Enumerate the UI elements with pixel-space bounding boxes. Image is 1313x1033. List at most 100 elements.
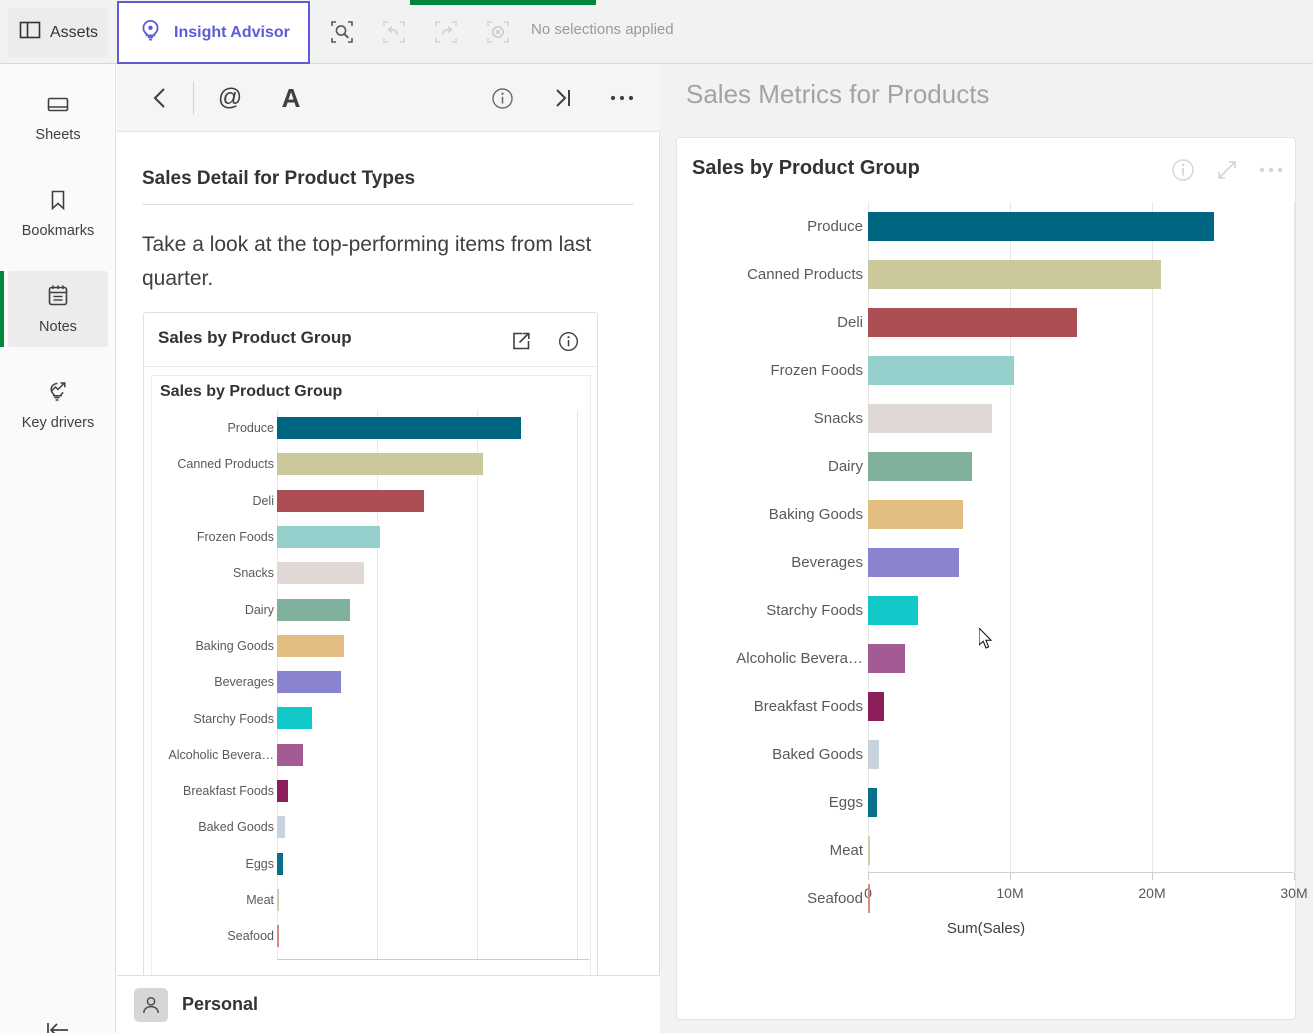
text-format-icon[interactable]: A bbox=[272, 79, 310, 117]
more-options-icon[interactable] bbox=[603, 79, 641, 117]
main-chart-card[interactable]: Sales by Product Group 10M 20M 30M Produ… bbox=[676, 137, 1308, 1020]
chart-bar[interactable] bbox=[277, 525, 380, 548]
chart-bar[interactable] bbox=[277, 671, 341, 694]
y-axis-category-label[interactable]: Frozen Foods bbox=[677, 346, 863, 394]
fullscreen-expand-icon[interactable] bbox=[1212, 155, 1242, 185]
chart-bar[interactable] bbox=[277, 707, 312, 730]
main-chart-plot[interactable]: 010M20M30MProduceCanned ProductsDeliFroz… bbox=[677, 202, 1308, 1020]
chart-bar[interactable] bbox=[868, 212, 1215, 241]
chart-bar[interactable] bbox=[277, 453, 483, 476]
chart-bar[interactable] bbox=[868, 308, 1077, 337]
smart-search-button[interactable] bbox=[325, 15, 359, 49]
chart-bar[interactable] bbox=[868, 740, 880, 769]
clear-selections-button[interactable] bbox=[481, 15, 515, 49]
info-circle-icon[interactable] bbox=[553, 326, 583, 356]
chart-bar-row[interactable]: Frozen Foods bbox=[677, 346, 1295, 394]
chart-bar[interactable] bbox=[277, 888, 279, 911]
chart-bar-row[interactable]: Dairy bbox=[152, 592, 590, 628]
chart-bar-row[interactable]: Starchy Foods bbox=[152, 700, 590, 736]
y-axis-category-label[interactable]: Produce bbox=[677, 202, 863, 250]
chart-bar-row[interactable]: Seafood bbox=[152, 918, 590, 954]
info-circle-icon[interactable] bbox=[483, 79, 521, 117]
chart-bar[interactable] bbox=[277, 743, 303, 766]
collapse-left-icon[interactable] bbox=[8, 1004, 108, 1033]
chart-bar-row[interactable]: Beverages bbox=[677, 538, 1295, 586]
y-axis-category-label[interactable]: Beverages bbox=[677, 538, 863, 586]
chart-bar-row[interactable]: Meat bbox=[152, 882, 590, 918]
chart-bar-row[interactable]: Deli bbox=[152, 483, 590, 519]
sidebar-item-notes[interactable]: Notes bbox=[0, 271, 108, 347]
collapse-right-icon[interactable] bbox=[544, 79, 582, 117]
chart-bar[interactable] bbox=[868, 884, 870, 913]
chart-bar[interactable] bbox=[277, 417, 521, 439]
embedded-chart[interactable]: Sales by Product Group Produce Canned Pro… bbox=[151, 375, 591, 1003]
y-axis-category-label[interactable]: Deli bbox=[677, 298, 863, 346]
chart-bar[interactable] bbox=[868, 356, 1015, 385]
chart-bar-row[interactable]: Breakfast Foods bbox=[152, 773, 590, 809]
y-axis-category-label[interactable]: Breakfast Foods bbox=[677, 682, 863, 730]
chart-bar[interactable] bbox=[868, 260, 1161, 289]
chart-bar-row[interactable]: Produce bbox=[152, 410, 590, 446]
step-back-button[interactable] bbox=[377, 15, 411, 49]
chart-bar[interactable] bbox=[277, 634, 344, 657]
sidebar-item-bookmarks[interactable]: Bookmarks bbox=[8, 175, 108, 251]
info-circle-icon[interactable] bbox=[1168, 155, 1198, 185]
chart-bar-row[interactable]: Alcoholic Bevera… bbox=[152, 737, 590, 773]
tab-insight-advisor[interactable]: Insight Advisor bbox=[117, 1, 310, 64]
chart-bar[interactable] bbox=[277, 562, 364, 585]
chart-bar-row[interactable]: Snacks bbox=[152, 555, 590, 591]
chart-bar-row[interactable]: Eggs bbox=[677, 778, 1295, 826]
y-axis-category-label[interactable]: Starchy Foods bbox=[677, 586, 863, 634]
chart-bar[interactable] bbox=[868, 644, 905, 673]
back-chevron-icon[interactable] bbox=[141, 79, 179, 117]
mention-icon[interactable]: @ bbox=[211, 79, 249, 117]
space-footer[interactable]: Personal bbox=[117, 975, 660, 1033]
share-external-icon[interactable] bbox=[506, 326, 536, 356]
y-axis-category-label[interactable]: Seafood bbox=[677, 874, 863, 922]
chart-bar-row[interactable]: Starchy Foods bbox=[677, 586, 1295, 634]
y-axis-category-label[interactable]: Snacks bbox=[677, 394, 863, 442]
chart-bar-row[interactable]: Breakfast Foods bbox=[677, 682, 1295, 730]
step-forward-button[interactable] bbox=[429, 15, 463, 49]
y-axis-category-label[interactable]: Eggs bbox=[677, 778, 863, 826]
chart-bar-row[interactable]: Canned Products bbox=[677, 250, 1295, 298]
chart-bar[interactable] bbox=[868, 596, 918, 625]
chart-bar-row[interactable]: Baked Goods bbox=[152, 809, 590, 845]
chart-bar-row[interactable]: Snacks bbox=[677, 394, 1295, 442]
chart-bar-row[interactable]: Baked Goods bbox=[677, 730, 1295, 778]
chart-bar-row[interactable]: Deli bbox=[677, 298, 1295, 346]
sidebar-item-sheets[interactable]: Sheets bbox=[8, 80, 108, 156]
chart-bar-row[interactable]: Frozen Foods bbox=[152, 519, 590, 555]
chart-bar-row[interactable]: Baking Goods bbox=[677, 490, 1295, 538]
chart-bar[interactable] bbox=[868, 452, 972, 481]
chart-bar-row[interactable]: Canned Products bbox=[152, 446, 590, 482]
chart-bar-row[interactable]: Baking Goods bbox=[152, 628, 590, 664]
chart-bar[interactable] bbox=[277, 925, 279, 948]
embedded-chart-card[interactable]: Sales by Product Group Sales by Product … bbox=[143, 312, 598, 1012]
chart-bar[interactable] bbox=[868, 788, 877, 817]
chart-bar[interactable] bbox=[868, 692, 884, 721]
more-options-icon[interactable] bbox=[1256, 155, 1286, 185]
chart-bar-row[interactable]: Beverages bbox=[152, 664, 590, 700]
chart-bar[interactable] bbox=[868, 548, 959, 577]
chart-bar[interactable] bbox=[277, 816, 285, 839]
chart-bar[interactable] bbox=[277, 780, 288, 802]
y-axis-category-label[interactable]: Baking Goods bbox=[677, 490, 863, 538]
y-axis-category-label[interactable]: Alcoholic Bevera… bbox=[677, 634, 863, 682]
chart-bar-row[interactable]: Alcoholic Bevera… bbox=[677, 634, 1295, 682]
chart-bar-row[interactable]: Eggs bbox=[152, 846, 590, 882]
y-axis-category-label[interactable]: Dairy bbox=[677, 442, 863, 490]
y-axis-category-label[interactable]: Baked Goods bbox=[677, 730, 863, 778]
y-axis-category-label[interactable]: Meat bbox=[677, 826, 863, 874]
chart-bar[interactable] bbox=[868, 404, 992, 433]
chart-bar-row[interactable]: Dairy bbox=[677, 442, 1295, 490]
sidebar-item-key-drivers[interactable]: Key drivers bbox=[8, 367, 108, 443]
tab-assets[interactable]: Assets bbox=[8, 8, 108, 57]
chart-bar[interactable] bbox=[277, 852, 283, 875]
chart-bar[interactable] bbox=[868, 500, 964, 529]
chart-bar[interactable] bbox=[868, 836, 871, 865]
chart-bar[interactable] bbox=[277, 489, 424, 512]
y-axis-category-label[interactable]: Canned Products bbox=[677, 250, 863, 298]
chart-bar-row[interactable]: Seafood bbox=[677, 874, 1295, 922]
chart-bar-row[interactable]: Meat bbox=[677, 826, 1295, 874]
